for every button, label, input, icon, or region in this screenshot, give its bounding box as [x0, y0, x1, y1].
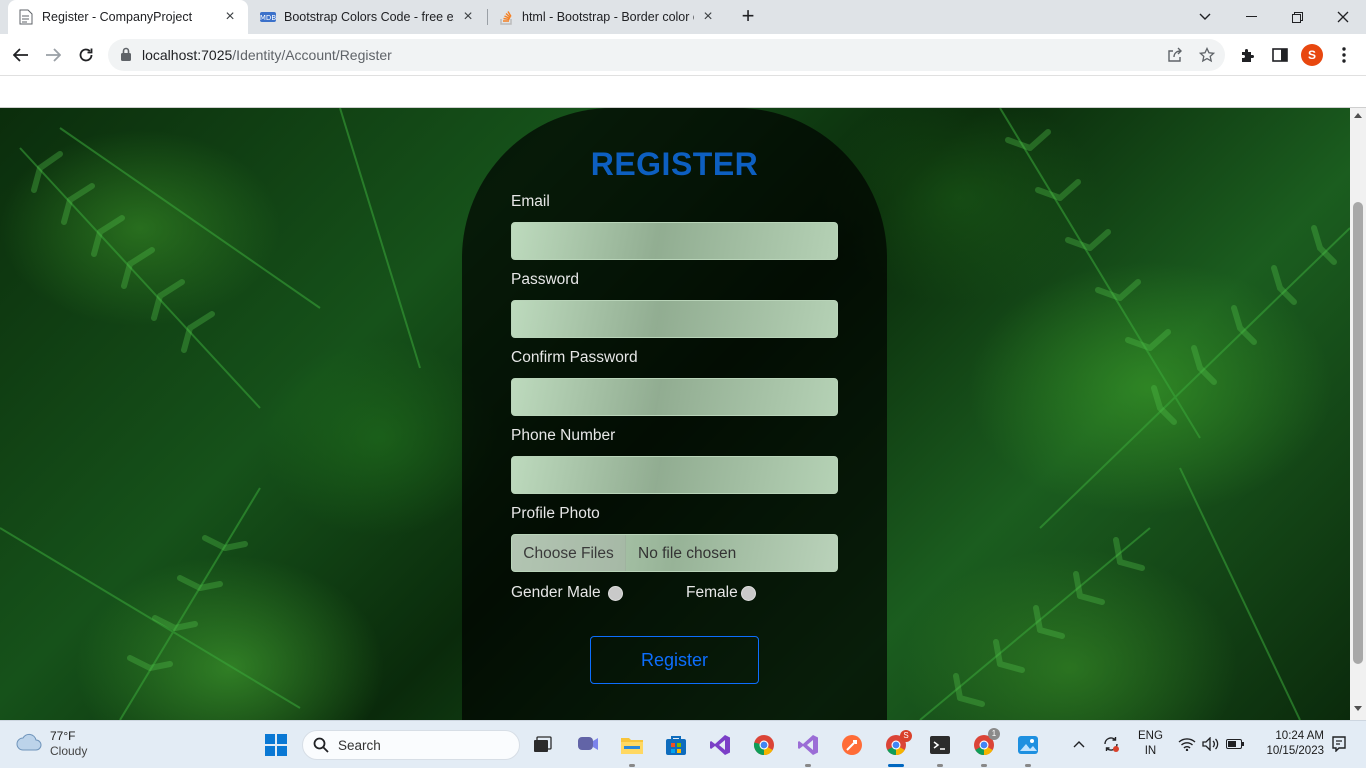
tab-title: Register - CompanyProject [42, 10, 193, 24]
email-label: Email [511, 193, 550, 210]
lang-region: IN [1144, 745, 1157, 757]
url-path: /Identity/Account/Register [232, 47, 392, 63]
clock-date: 10/15/2023 [1266, 745, 1324, 757]
page-scrollbar[interactable] [1350, 108, 1366, 720]
photos-icon[interactable] [1016, 733, 1040, 757]
confirm-password-field[interactable] [511, 378, 838, 416]
cloud-icon [16, 733, 42, 756]
profile-avatar[interactable]: S [1301, 44, 1323, 66]
phone-number-field[interactable] [511, 456, 838, 494]
windows-taskbar: 77°F Cloudy Search S 1 ENG IN 10:24 AM 1… [0, 720, 1366, 768]
running-indicator [629, 764, 635, 767]
active-indicator [888, 764, 904, 767]
lang-code: ENG [1138, 730, 1163, 742]
extensions-puzzle-icon[interactable] [1238, 45, 1258, 65]
browser-toolbar: localhost:7025/Identity/Account/Register… [0, 34, 1366, 76]
page-icon [18, 9, 34, 25]
tab-search-chevron-icon[interactable] [1182, 0, 1228, 34]
running-indicator [805, 764, 811, 767]
notification-icon[interactable] [1330, 735, 1348, 753]
postman-icon[interactable] [840, 733, 864, 757]
page-background: REGISTER Email Password Confirm Password… [0, 108, 1350, 720]
sync-icon[interactable] [1102, 735, 1120, 753]
running-indicator [937, 764, 943, 767]
tab-register[interactable]: Register - CompanyProject × [8, 0, 248, 34]
tab-title: html - Bootstrap - Border color c [522, 10, 694, 24]
close-icon[interactable]: × [700, 9, 716, 25]
chrome-icon[interactable] [752, 733, 776, 757]
file-explorer-icon[interactable] [620, 733, 644, 757]
profile-photo-input[interactable]: Choose Files No file chosen [511, 534, 838, 572]
scroll-down-arrow-icon[interactable] [1350, 706, 1366, 716]
microsoft-store-icon[interactable] [664, 733, 688, 757]
taskbar-search-box[interactable]: Search [302, 730, 520, 760]
scrollbar-thumb[interactable] [1353, 202, 1363, 664]
side-panel-icon[interactable] [1270, 45, 1290, 65]
lock-icon[interactable] [120, 47, 132, 66]
tab-bootstrap-colors[interactable]: MDB Bootstrap Colors Code - free exa × [250, 0, 486, 34]
input-language[interactable]: ENG IN [1138, 729, 1163, 759]
register-heading: REGISTER [590, 146, 759, 182]
visual-studio-icon[interactable] [708, 733, 732, 757]
confirm-password-label: Confirm Password [511, 349, 638, 366]
restore-icon[interactable] [1274, 0, 1320, 34]
chrome-count-badge: 1 [988, 728, 1000, 740]
file-status-text: No file chosen [638, 545, 737, 562]
register-card: REGISTER Email Password Confirm Password… [462, 108, 887, 720]
volume-icon[interactable] [1202, 735, 1220, 753]
share-icon[interactable] [1166, 46, 1184, 64]
gender-female-label: Female [686, 584, 738, 601]
close-icon[interactable]: × [222, 9, 238, 25]
close-window-icon[interactable] [1320, 0, 1366, 34]
terminal-icon[interactable] [928, 733, 952, 757]
gender-male-radio[interactable] [608, 586, 623, 601]
battery-icon[interactable] [1226, 735, 1244, 753]
stackoverflow-icon [498, 9, 514, 25]
running-indicator [981, 764, 987, 767]
weather-condition: Cloudy [50, 744, 88, 758]
visual-studio-2-icon[interactable] [796, 733, 820, 757]
task-view-icon[interactable] [530, 733, 554, 757]
system-clock[interactable]: 10:24 AM 10/15/2023 [1258, 729, 1324, 759]
chrome-profile-badge: S [900, 730, 912, 742]
back-arrow-icon[interactable] [8, 42, 34, 68]
password-label: Password [511, 271, 580, 288]
browser-tabstrip: Register - CompanyProject × MDB Bootstra… [0, 0, 1366, 34]
register-button[interactable]: Register [590, 636, 759, 684]
minimize-icon[interactable] [1228, 0, 1274, 34]
tab-title: Bootstrap Colors Code - free exa [284, 10, 454, 24]
weather-temp: 77°F [50, 729, 76, 743]
windows-start-icon[interactable] [264, 733, 288, 757]
show-hidden-icons-chevron-icon[interactable] [1070, 735, 1088, 753]
clock-time: 10:24 AM [1275, 730, 1324, 742]
new-tab-plus-icon[interactable]: + [736, 5, 760, 29]
password-field[interactable] [511, 300, 838, 338]
gender-male-label: Gender Male [511, 584, 601, 601]
search-icon [313, 737, 329, 758]
running-indicator [1025, 764, 1031, 767]
weather-widget[interactable]: 77°F Cloudy [16, 729, 87, 759]
scroll-up-arrow-icon[interactable] [1350, 112, 1366, 122]
choose-files-button[interactable]: Choose Files [512, 535, 626, 571]
url-host: localhost:7025 [142, 47, 233, 63]
gender-female-radio[interactable] [741, 586, 756, 601]
url-text: localhost:7025/Identity/Account/Register [142, 47, 392, 63]
page-header-bar [0, 77, 1366, 108]
address-bar[interactable]: localhost:7025/Identity/Account/Register [108, 39, 1225, 71]
reload-icon[interactable] [73, 42, 99, 68]
phone-number-label: Phone Number [511, 427, 616, 444]
profile-photo-label: Profile Photo [511, 505, 600, 522]
teams-chat-icon[interactable] [576, 733, 600, 757]
tab-stackoverflow[interactable]: html - Bootstrap - Border color c × [488, 0, 726, 34]
search-placeholder: Search [338, 738, 381, 753]
mdb-icon: MDB [260, 9, 276, 25]
email-field[interactable] [511, 222, 838, 260]
wifi-icon[interactable] [1178, 735, 1196, 753]
close-icon[interactable]: × [460, 9, 476, 25]
bookmark-star-icon[interactable] [1198, 46, 1216, 64]
forward-arrow-icon[interactable] [40, 42, 66, 68]
svg-text:MDB: MDB [260, 14, 276, 22]
more-menu-icon[interactable] [1334, 45, 1354, 65]
